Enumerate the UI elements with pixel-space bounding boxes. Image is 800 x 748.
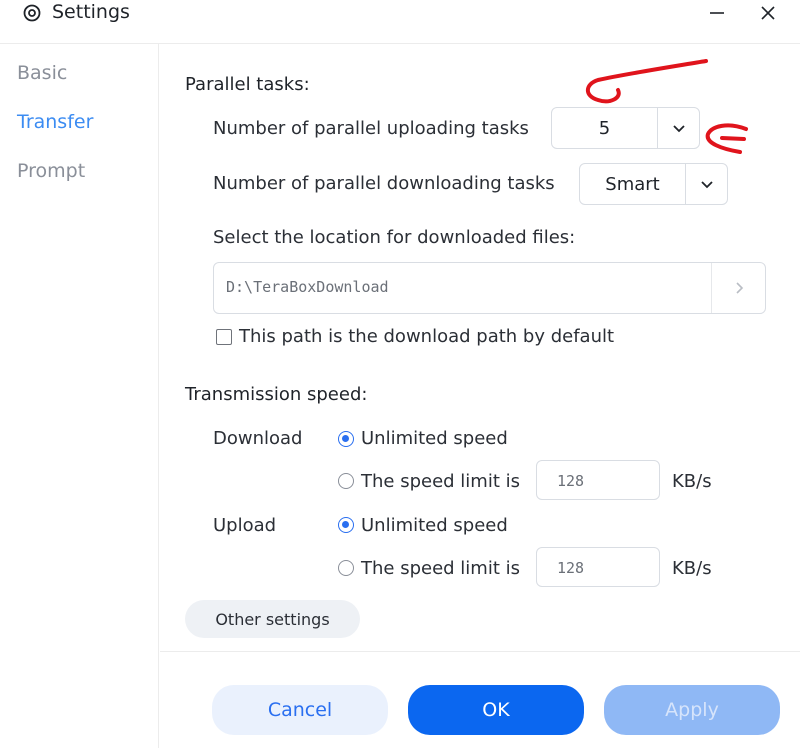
- upload-tasks-label: Number of parallel uploading tasks: [213, 118, 529, 139]
- sidebar-item-transfer[interactable]: Transfer: [17, 111, 93, 133]
- upload-unlimited-radio[interactable]: [338, 517, 354, 533]
- sidebar-item-basic[interactable]: Basic: [17, 62, 67, 84]
- chevron-down-icon[interactable]: [685, 164, 727, 204]
- upload-unlimited-label: Unlimited speed: [361, 515, 508, 536]
- upload-limit-unit: KB/s: [672, 558, 712, 579]
- title-bar: Settings: [0, 0, 800, 44]
- upload-limit-value: 128: [557, 559, 585, 577]
- default-path-label: This path is the download path by defaul…: [239, 326, 615, 347]
- upload-limit-label: The speed limit is: [361, 558, 520, 579]
- transfer-settings-panel: Parallel tasks: Number of parallel uploa…: [160, 44, 800, 748]
- default-path-checkbox[interactable]: [216, 329, 232, 345]
- footer-divider: [160, 651, 800, 652]
- settings-sidebar: Basic Transfer Prompt: [0, 44, 159, 748]
- transmission-speed-title: Transmission speed:: [185, 384, 368, 405]
- download-unlimited-label: Unlimited speed: [361, 428, 508, 449]
- close-icon[interactable]: [757, 2, 779, 24]
- download-location-label: Select the location for downloaded files…: [213, 227, 576, 248]
- download-tasks-select[interactable]: Smart: [579, 163, 728, 205]
- settings-gear-icon: [23, 4, 41, 22]
- download-unlimited-radio[interactable]: [338, 431, 354, 447]
- download-limit-radio[interactable]: [338, 473, 354, 489]
- upload-limit-input[interactable]: 128: [536, 547, 660, 587]
- ok-button[interactable]: OK: [408, 685, 584, 735]
- download-limit-value: 128: [557, 472, 585, 490]
- window-title: Settings: [52, 1, 130, 23]
- cancel-button[interactable]: Cancel: [212, 685, 388, 735]
- chevron-down-icon[interactable]: [657, 108, 699, 148]
- chevron-right-icon: [735, 282, 743, 294]
- apply-button[interactable]: Apply: [604, 685, 780, 735]
- upload-tasks-value: 5: [598, 117, 611, 139]
- download-limit-input[interactable]: 128: [536, 460, 660, 500]
- download-path-value: D:\TeraBoxDownload: [226, 278, 389, 296]
- download-tasks-value: Smart: [605, 173, 660, 195]
- other-settings-button[interactable]: Other settings: [185, 600, 360, 638]
- upload-limit-radio[interactable]: [338, 560, 354, 576]
- sidebar-item-prompt[interactable]: Prompt: [17, 160, 85, 182]
- parallel-tasks-title: Parallel tasks:: [185, 74, 310, 95]
- download-limit-unit: KB/s: [672, 471, 712, 492]
- browse-path-button[interactable]: [711, 263, 765, 313]
- download-path-field[interactable]: D:\TeraBoxDownload: [213, 262, 766, 314]
- upload-speed-label: Upload: [213, 515, 277, 536]
- download-limit-label: The speed limit is: [361, 471, 520, 492]
- download-tasks-label: Number of parallel downloading tasks: [213, 173, 555, 194]
- minimize-icon[interactable]: [706, 2, 728, 24]
- upload-tasks-select[interactable]: 5: [551, 107, 700, 149]
- download-speed-label: Download: [213, 428, 303, 449]
